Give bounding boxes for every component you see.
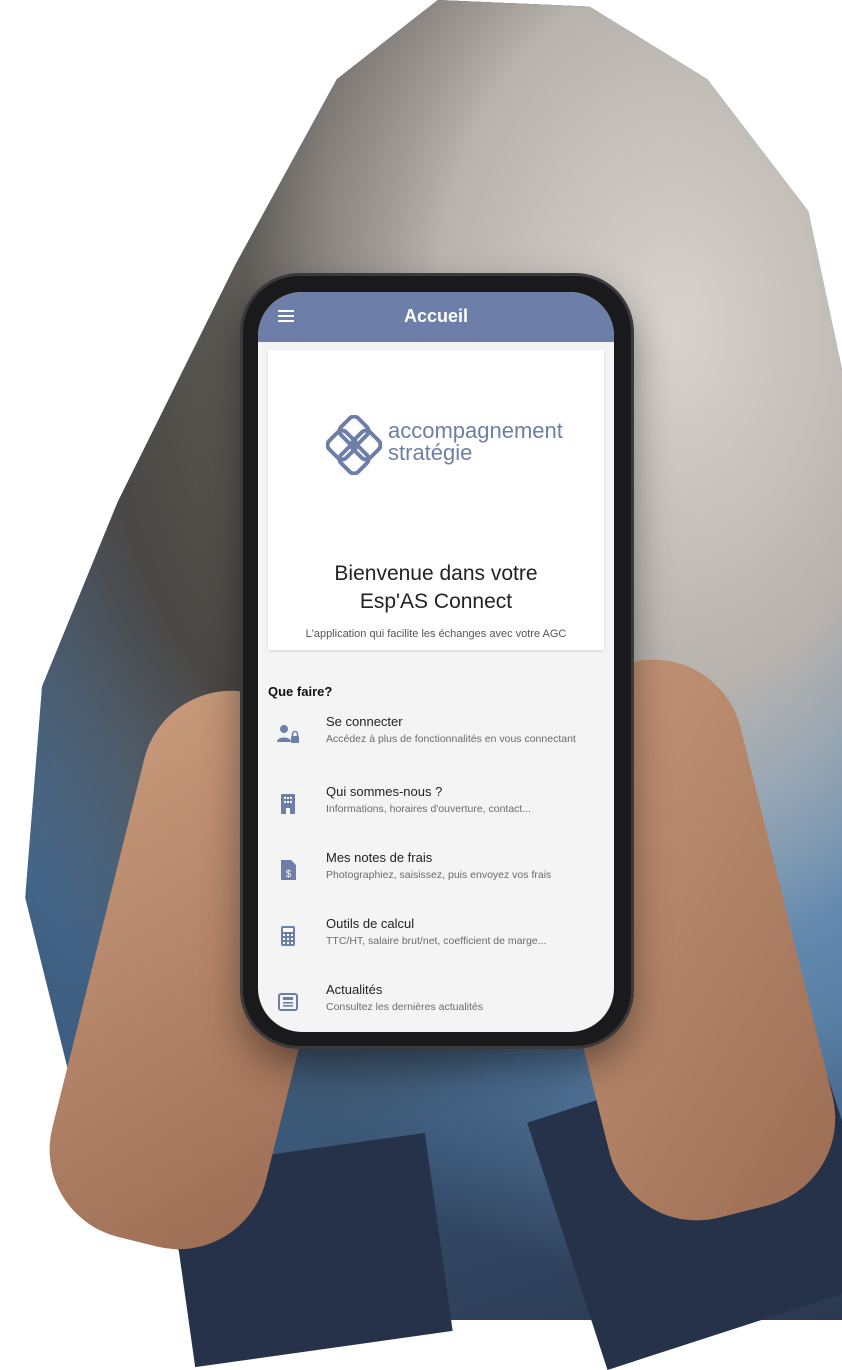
welcome-tagline: L'application qui facilite les échanges … [305,628,567,640]
welcome-heading: Bienvenue dans votre Esp'AS Connect [268,560,604,616]
welcome-card: accompagnement stratégie Bienvenue dans … [268,350,604,650]
list-item-se-connecter[interactable]: Se connecter Accédez à plus de fonctionn… [268,714,604,774]
app-screen: Accueil accompagnement stratégie Bienven… [258,292,614,1032]
list-item-qui-sommes-nous[interactable]: Qui sommes-nous ? Informations, horaires… [268,784,604,844]
page-title: Accueil [403,306,469,326]
section-title: Que faire? [268,684,333,699]
brand-name-line2: stratégie [388,440,473,465]
user-lock-icon [277,725,299,743]
item-description: Photographiez, saisissez, puis envoyez v… [326,869,552,881]
brand-name: accompagnement stratégie [388,420,563,464]
news-icon [278,993,298,1011]
item-title: Mes notes de frais [326,850,433,865]
welcome-line2: Esp'AS Connect [359,590,513,613]
item-title: Outils de calcul [326,916,415,931]
building-icon [281,794,295,814]
brand-logo-icon [326,415,382,475]
item-description: TTC/HT, salaire brut/net, coefficient de… [326,935,547,947]
calculator-icon [281,926,295,946]
list-item-outils-de-calcul[interactable]: Outils de calcul TTC/HT, salaire brut/ne… [268,916,604,976]
item-title: Se connecter [326,714,403,729]
item-description: Consultez les dernières actualités [326,1001,483,1013]
app-header: Accueil [258,292,614,342]
item-title: Actualités [326,982,383,997]
receipt-icon: $ [281,860,296,880]
item-title: Qui sommes-nous ? [326,784,443,799]
item-description: Accédez à plus de fonctionnalités en vou… [326,733,576,745]
list-item-actualites[interactable]: Actualités Consultez les dernières actua… [268,982,604,1032]
item-description: Informations, horaires d'ouverture, cont… [326,803,532,815]
list-item-notes-de-frais[interactable]: $ Mes notes de frais Photographiez, sais… [268,850,604,910]
welcome-line1: Bienvenue dans votre [334,562,538,585]
brand-name-line1: accompagnement [388,418,563,443]
svg-text:$: $ [286,869,292,880]
